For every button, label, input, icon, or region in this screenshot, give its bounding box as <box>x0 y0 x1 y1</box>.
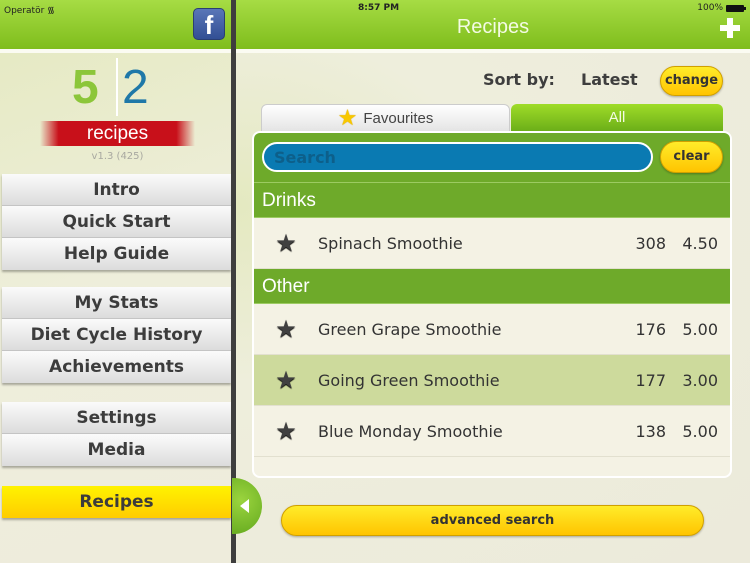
recipe-list: clear Drinks ★ Spinach Smoothie 308 4.50… <box>252 131 732 478</box>
menu-group-stats: My Stats Diet Cycle History Achievements <box>2 287 231 383</box>
sidebar-item-diet-cycle-history[interactable]: Diet Cycle History <box>2 319 231 351</box>
recipe-name: Spinach Smoothie <box>318 233 463 253</box>
recipe-rating: 5.00 <box>682 319 718 339</box>
sidebar-item-achievements[interactable]: Achievements <box>2 351 231 383</box>
carrier-label: Operatör <box>4 6 45 16</box>
sort-label: Sort by: <box>483 70 555 89</box>
add-recipe-button[interactable] <box>720 18 740 38</box>
list-item[interactable]: ★ Green Grape Smoothie 176 5.00 <box>254 304 730 355</box>
list-item[interactable]: ★ Spinach Smoothie 308 4.50 <box>254 218 730 269</box>
status-battery: 100% <box>697 3 746 13</box>
menu-group-settings: Settings Media <box>2 402 231 466</box>
advanced-search-button[interactable]: advanced search <box>281 505 704 536</box>
list-item-selected[interactable]: ★ Going Green Smoothie 177 3.00 <box>254 355 730 406</box>
recipe-calories: 138 <box>635 421 666 441</box>
battery-percent: 100% <box>697 3 723 13</box>
section-header-other: Other <box>254 269 730 304</box>
tab-favourites-label: Favourites <box>363 109 434 127</box>
recipe-rating: 5.00 <box>682 421 718 441</box>
sidebar-item-help-guide[interactable]: Help Guide <box>2 238 231 270</box>
star-icon[interactable]: ★ <box>254 417 318 445</box>
recipe-rating: 4.50 <box>682 233 718 253</box>
recipe-calories: 176 <box>635 319 666 339</box>
recipe-rating: 3.00 <box>682 370 718 390</box>
recipe-calories: 177 <box>635 370 666 390</box>
page-title: Recipes <box>456 16 530 38</box>
recipe-calories: 308 <box>635 233 666 253</box>
status-carrier: Operatör ᯾ <box>4 3 55 16</box>
clear-search-button[interactable]: clear <box>660 141 723 173</box>
section-header-drinks: Drinks <box>254 183 730 218</box>
list-item[interactable]: ★ Blue Monday Smoothie 138 5.00 <box>254 406 730 457</box>
sort-value: Latest <box>581 70 638 89</box>
recipe-name: Going Green Smoothie <box>318 370 500 390</box>
sidebar-item-media[interactable]: Media <box>2 434 231 466</box>
change-sort-button[interactable]: change <box>660 66 723 96</box>
star-icon[interactable]: ★ <box>254 366 318 394</box>
sidebar-item-my-stats[interactable]: My Stats <box>2 287 231 319</box>
search-bar: clear <box>254 133 730 183</box>
battery-icon <box>726 4 746 12</box>
menu-group-recipes: Recipes <box>2 486 231 518</box>
sidebar-item-recipes[interactable]: Recipes <box>2 486 231 518</box>
star-icon[interactable]: ★ <box>254 229 318 257</box>
recipe-name: Green Grape Smoothie <box>318 319 502 339</box>
recipe-name: Blue Monday Smoothie <box>318 421 503 441</box>
sidebar-item-intro[interactable]: Intro <box>2 174 231 206</box>
logo-separator <box>116 58 118 116</box>
logo-number-right: 2 <box>122 61 149 114</box>
sidebar-item-quick-start[interactable]: Quick Start <box>2 206 231 238</box>
tab-favourites[interactable]: ★ Favourites <box>261 104 510 132</box>
app-version: v1.3 (425) <box>91 151 144 162</box>
logo-label: recipes <box>86 123 149 144</box>
star-icon: ★ <box>337 105 358 130</box>
sidebar-item-settings[interactable]: Settings <box>2 402 231 434</box>
search-input[interactable] <box>262 142 653 172</box>
facebook-icon: f <box>204 10 214 40</box>
facebook-button[interactable]: f <box>193 8 225 40</box>
star-icon[interactable]: ★ <box>254 315 318 343</box>
status-time: 8:57 PM <box>358 3 400 13</box>
logo-number-left: 5 <box>72 61 99 114</box>
menu-group-help: Intro Quick Start Help Guide <box>2 174 231 270</box>
tab-all[interactable]: All <box>511 104 723 132</box>
wifi-icon: ᯾ <box>47 6 55 16</box>
